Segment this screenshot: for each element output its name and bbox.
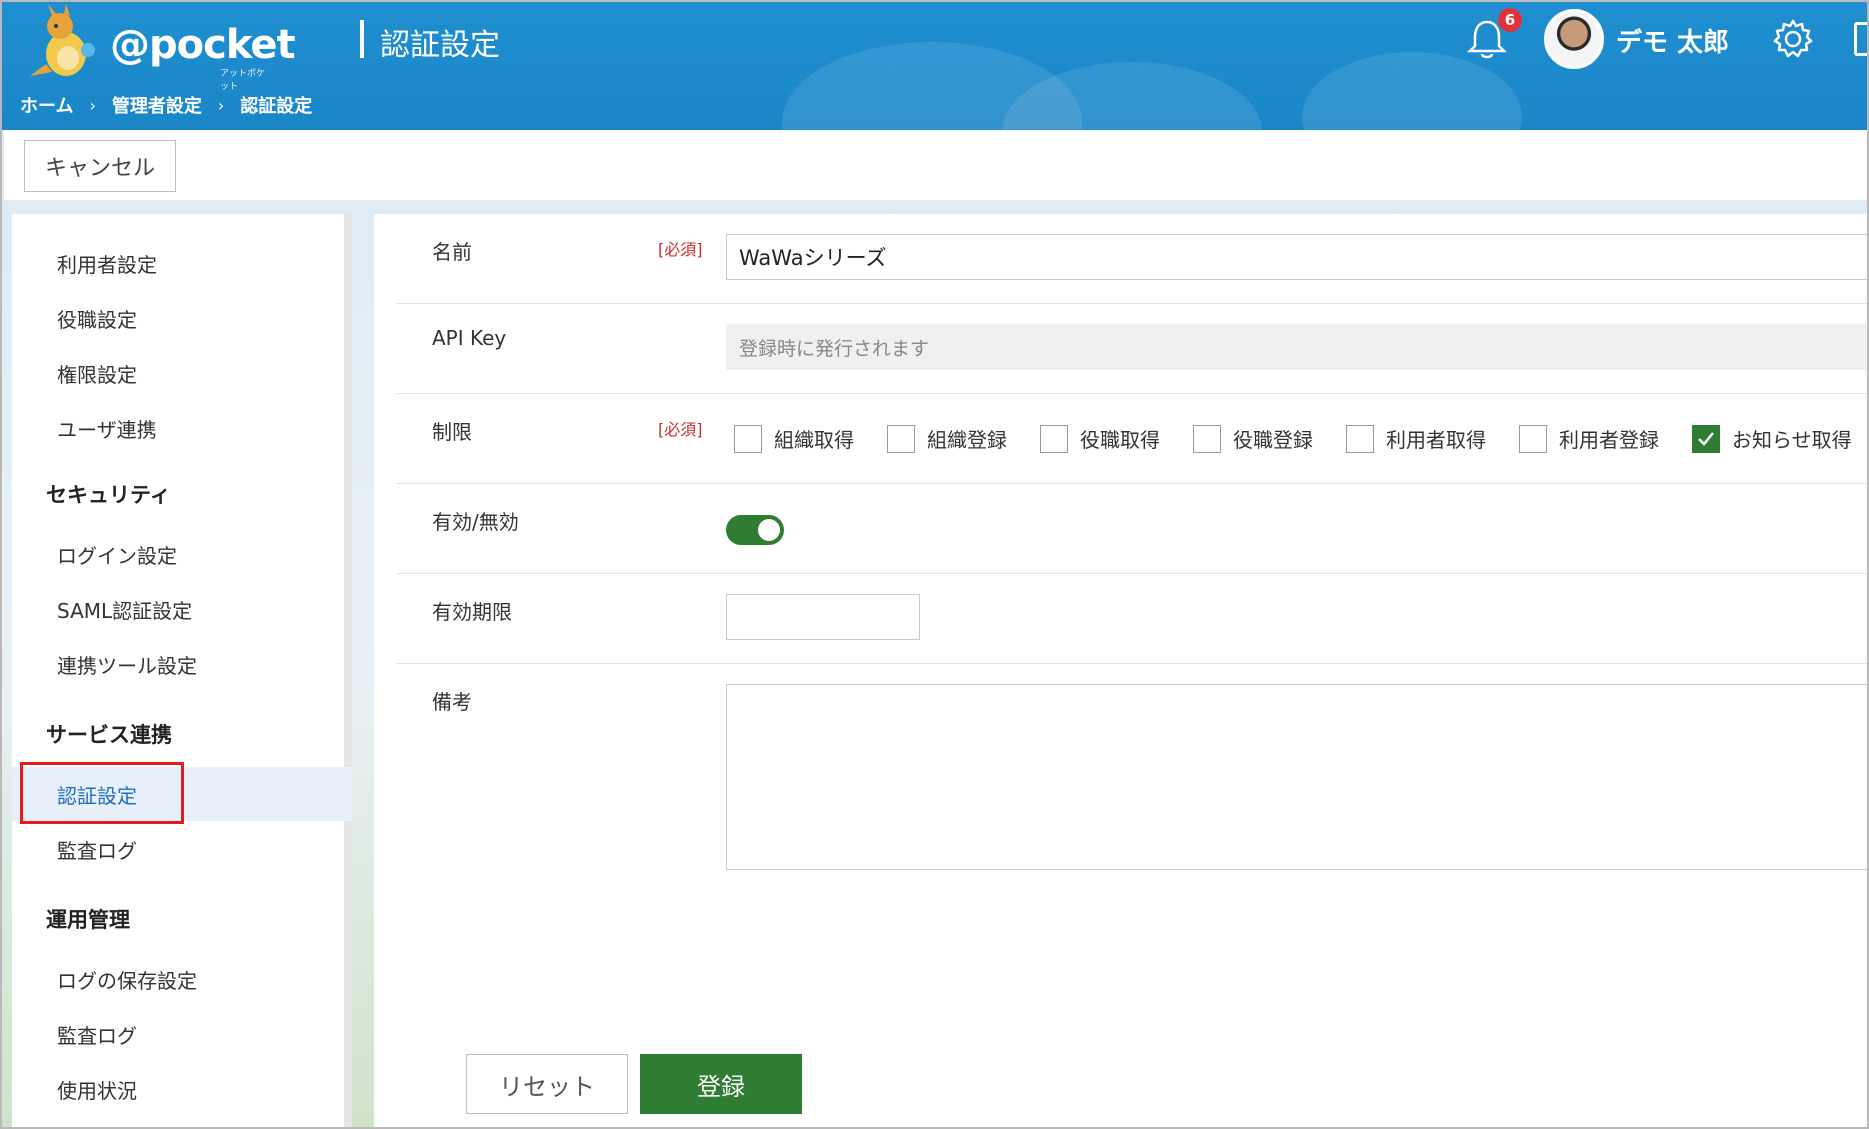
- form-row-api-key: API Key 登録時に発行されます: [396, 304, 1867, 394]
- sidebar-item-position-settings[interactable]: 役職設定: [12, 291, 352, 345]
- breadcrumb: ホーム › 管理者設定 › 認証設定: [20, 92, 312, 118]
- checkbox-box[interactable]: [1193, 424, 1221, 453]
- notification-badge: 6: [1496, 6, 1524, 34]
- sidebar-item-auth-settings[interactable]: 認証設定: [12, 767, 352, 821]
- checkbox-label: 役職登録: [1233, 428, 1313, 452]
- gear-icon[interactable]: [1772, 18, 1814, 60]
- form-row-enabled: 有効/無効: [396, 484, 1867, 574]
- form-row-expiry: 有効期限: [396, 574, 1867, 664]
- checkbox-label: 利用者取得: [1386, 428, 1486, 452]
- checkbox-position-read[interactable]: 役職取得: [1040, 424, 1160, 453]
- sidebar: 利用者設定 役職設定 権限設定 ユーザ連携 セキュリティ ログイン設定 SAML…: [12, 214, 352, 1127]
- app-header: @pocket アットポケット 認証設定 ホーム › 管理者設定 › 認証設定 …: [2, 2, 1867, 130]
- reset-button[interactable]: リセット: [466, 1054, 628, 1114]
- form-row-name: 名前 [必須] WaWaシリーズ: [396, 214, 1867, 304]
- checkbox-org-write[interactable]: 組織登録: [887, 424, 1007, 453]
- checkbox-box[interactable]: [734, 424, 762, 453]
- user-name[interactable]: デモ 太郎: [1616, 22, 1729, 59]
- enabled-toggle[interactable]: [726, 515, 784, 545]
- app-frame: @pocket アットポケット 認証設定 ホーム › 管理者設定 › 認証設定 …: [0, 0, 1869, 1129]
- sidebar-item-login-settings[interactable]: ログイン設定: [12, 527, 352, 581]
- breadcrumb-admin-settings[interactable]: 管理者設定: [112, 92, 202, 118]
- checkbox-box[interactable]: [1346, 424, 1374, 453]
- cancel-button[interactable]: キャンセル: [24, 140, 176, 192]
- panel-icon[interactable]: [1854, 22, 1867, 56]
- breadcrumb-home[interactable]: ホーム: [20, 92, 73, 118]
- api-key-field: 登録時に発行されます: [726, 324, 1867, 370]
- checkbox-box[interactable]: [887, 424, 915, 453]
- toolbar: キャンセル: [4, 130, 1867, 200]
- limits-label: 制限: [432, 420, 472, 444]
- submit-button[interactable]: 登録: [640, 1054, 802, 1114]
- notes-textarea[interactable]: [726, 684, 1867, 870]
- sidebar-item-user-integration[interactable]: ユーザ連携: [12, 401, 352, 455]
- main-form: 名前 [必須] WaWaシリーズ API Key 登録時に発行されます 制限 […: [374, 214, 1867, 1127]
- limits-checkbox-group: 組織取得 組織登録 役職取得 役職登録 利用者取得 利用者登録 お知らせ取得: [734, 424, 1852, 453]
- checkbox-org-read[interactable]: 組織取得: [734, 424, 854, 453]
- avatar[interactable]: [1544, 9, 1604, 69]
- expiry-label: 有効期限: [432, 600, 512, 624]
- notes-label: 備考: [432, 690, 472, 714]
- checkbox-user-read[interactable]: 利用者取得: [1346, 424, 1486, 453]
- kangaroo-logo-icon: [30, 4, 95, 76]
- app-logo[interactable]: @pocket アットポケット: [20, 4, 296, 92]
- sidebar-item-audit-log[interactable]: 監査ログ: [12, 822, 352, 876]
- checkbox-label: 利用者登録: [1559, 428, 1659, 452]
- sidebar-section-operations: 運用管理: [46, 908, 130, 932]
- sidebar-item-user-settings[interactable]: 利用者設定: [12, 236, 352, 290]
- sidebar-item-tool-integration[interactable]: 連携ツール設定: [12, 637, 352, 691]
- checkbox-label: 組織登録: [927, 428, 1007, 452]
- sidebar-item-permission-settings[interactable]: 権限設定: [12, 346, 352, 400]
- page-title: 認証設定: [380, 28, 500, 63]
- form-row-notes: 備考: [396, 664, 1867, 914]
- checkbox-notice-read[interactable]: お知らせ取得: [1692, 424, 1852, 453]
- enabled-label: 有効/無効: [432, 510, 519, 534]
- checkbox-user-write[interactable]: 利用者登録: [1519, 424, 1659, 453]
- toggle-knob: [758, 519, 780, 541]
- checkbox-label: お知らせ取得: [1732, 428, 1852, 452]
- sidebar-section-service-integration: サービス連携: [46, 723, 172, 747]
- sidebar-section-security: セキュリティ: [46, 483, 171, 507]
- required-badge: [必須]: [658, 420, 703, 439]
- breadcrumb-separator: ›: [217, 95, 225, 115]
- logo-subtext: アットポケット: [220, 69, 266, 92]
- checkbox-label: 組織取得: [774, 428, 854, 452]
- checkbox-box[interactable]: [1519, 424, 1547, 453]
- checkbox-box[interactable]: [1040, 424, 1068, 453]
- checkbox-box-checked[interactable]: [1692, 424, 1720, 453]
- sidebar-item-log-retention[interactable]: ログの保存設定: [12, 952, 352, 1006]
- checkbox-label: 役職取得: [1080, 428, 1160, 452]
- breadcrumb-current: 認証設定: [240, 96, 313, 117]
- name-input[interactable]: WaWaシリーズ: [726, 234, 1867, 280]
- expiry-date-input[interactable]: [726, 594, 920, 640]
- checkmark-icon: [1698, 431, 1714, 446]
- name-label: 名前: [432, 240, 472, 264]
- sidebar-item-audit-log-2[interactable]: 監査ログ: [12, 1007, 352, 1061]
- required-badge: [必須]: [658, 240, 703, 259]
- checkbox-position-write[interactable]: 役職登録: [1193, 424, 1313, 453]
- sidebar-item-saml-settings[interactable]: SAML認証設定: [12, 582, 352, 636]
- logo-wordmark: @pocket: [110, 22, 296, 68]
- api-key-label: API Key: [432, 326, 507, 350]
- form-row-limits: 制限 [必須] 組織取得 組織登録 役職取得 役職登録 利用者取得 利用者登録 …: [396, 394, 1867, 484]
- sidebar-item-usage[interactable]: 使用状況: [12, 1062, 352, 1116]
- breadcrumb-separator: ›: [89, 95, 96, 115]
- title-divider: [360, 20, 364, 58]
